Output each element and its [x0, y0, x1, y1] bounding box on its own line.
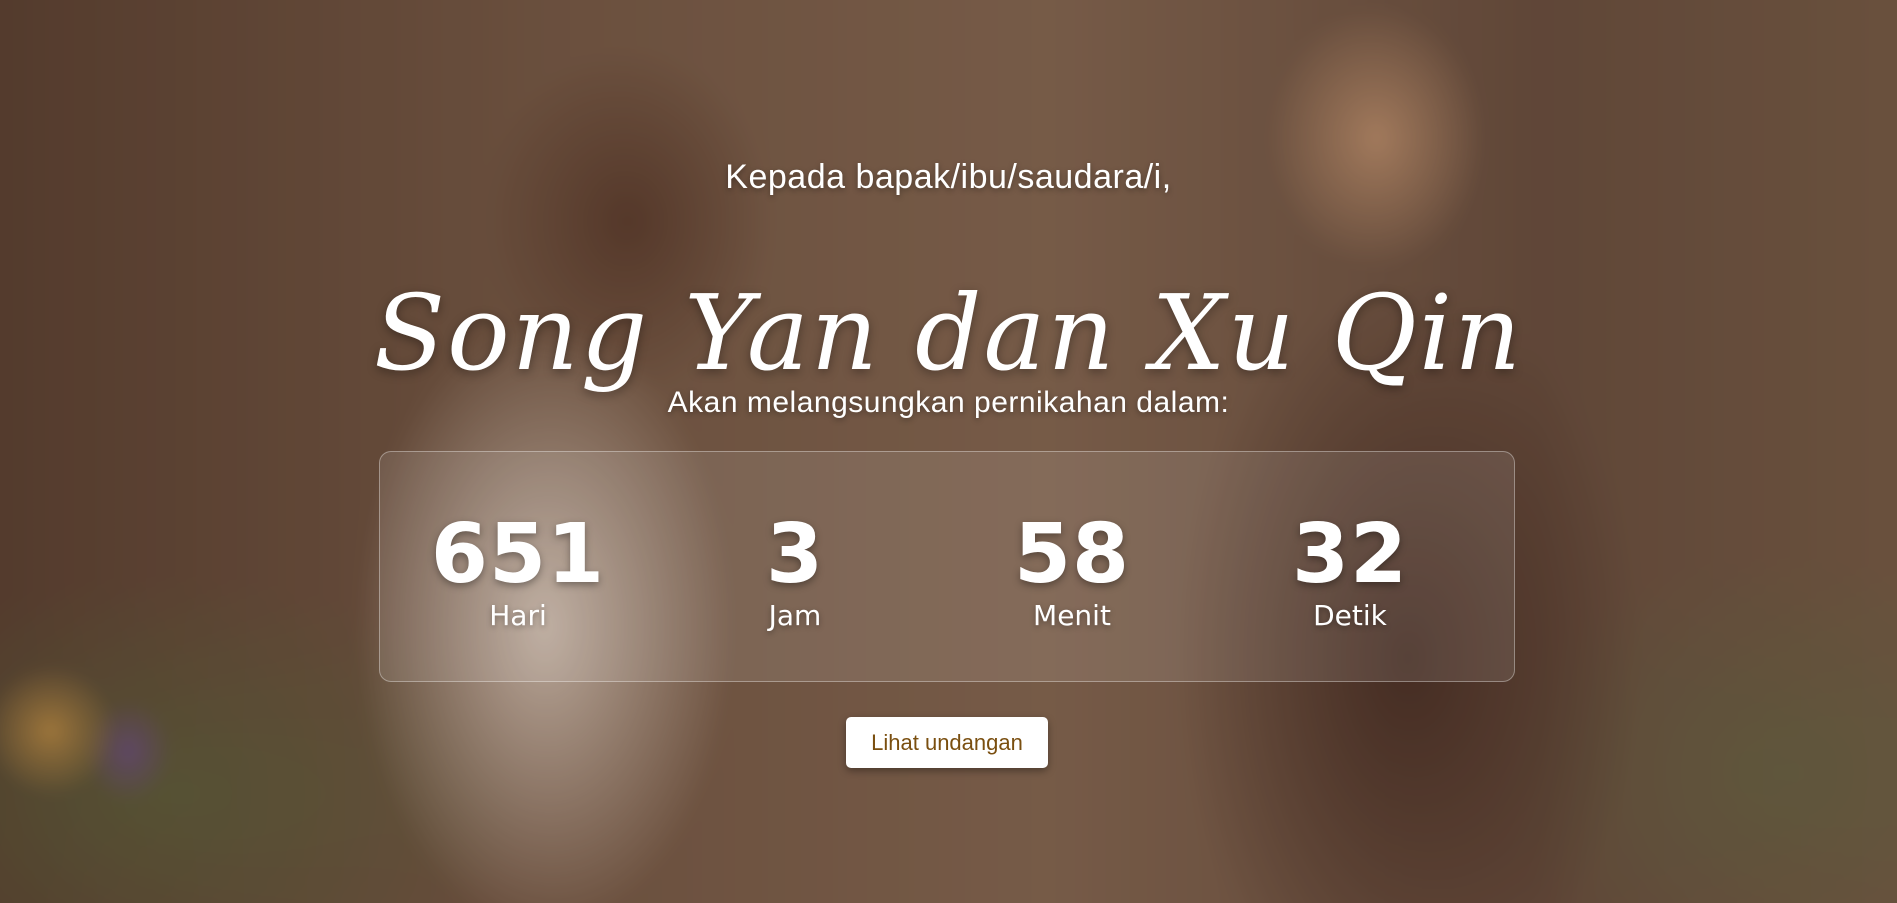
greeting-text: Kepada bapak/ibu/saudara/i,: [725, 158, 1172, 196]
cover-content: Kepada bapak/ibu/saudara/i, Song Yan dan…: [0, 0, 1897, 903]
countdown-minutes-value: 58: [1013, 507, 1131, 602]
couple-names: Song Yan dan Xu Qin: [373, 271, 1524, 394]
countdown-hours-value: 3: [765, 507, 825, 602]
countdown-hours-label: Jam: [768, 599, 822, 632]
countdown-seconds-value: 32: [1291, 507, 1409, 602]
countdown-minutes: 58 Menit: [952, 514, 1192, 632]
countdown-days: 651 Hari: [398, 514, 638, 632]
countdown-hours: 3 Jam: [675, 514, 915, 632]
countdown-panel: 651 Hari 3 Jam 58 Menit 32 Detik: [379, 451, 1515, 682]
countdown-days-label: Hari: [489, 599, 547, 632]
countdown-minutes-label: Menit: [1033, 599, 1111, 632]
countdown-days-value: 651: [430, 507, 606, 602]
countdown-seconds-label: Detik: [1313, 599, 1387, 632]
countdown-intro-text: Akan melangsungkan pernikahan dalam:: [667, 386, 1230, 419]
countdown-seconds: 32 Detik: [1230, 514, 1470, 632]
open-invitation-button[interactable]: Lihat undangan: [846, 717, 1048, 768]
